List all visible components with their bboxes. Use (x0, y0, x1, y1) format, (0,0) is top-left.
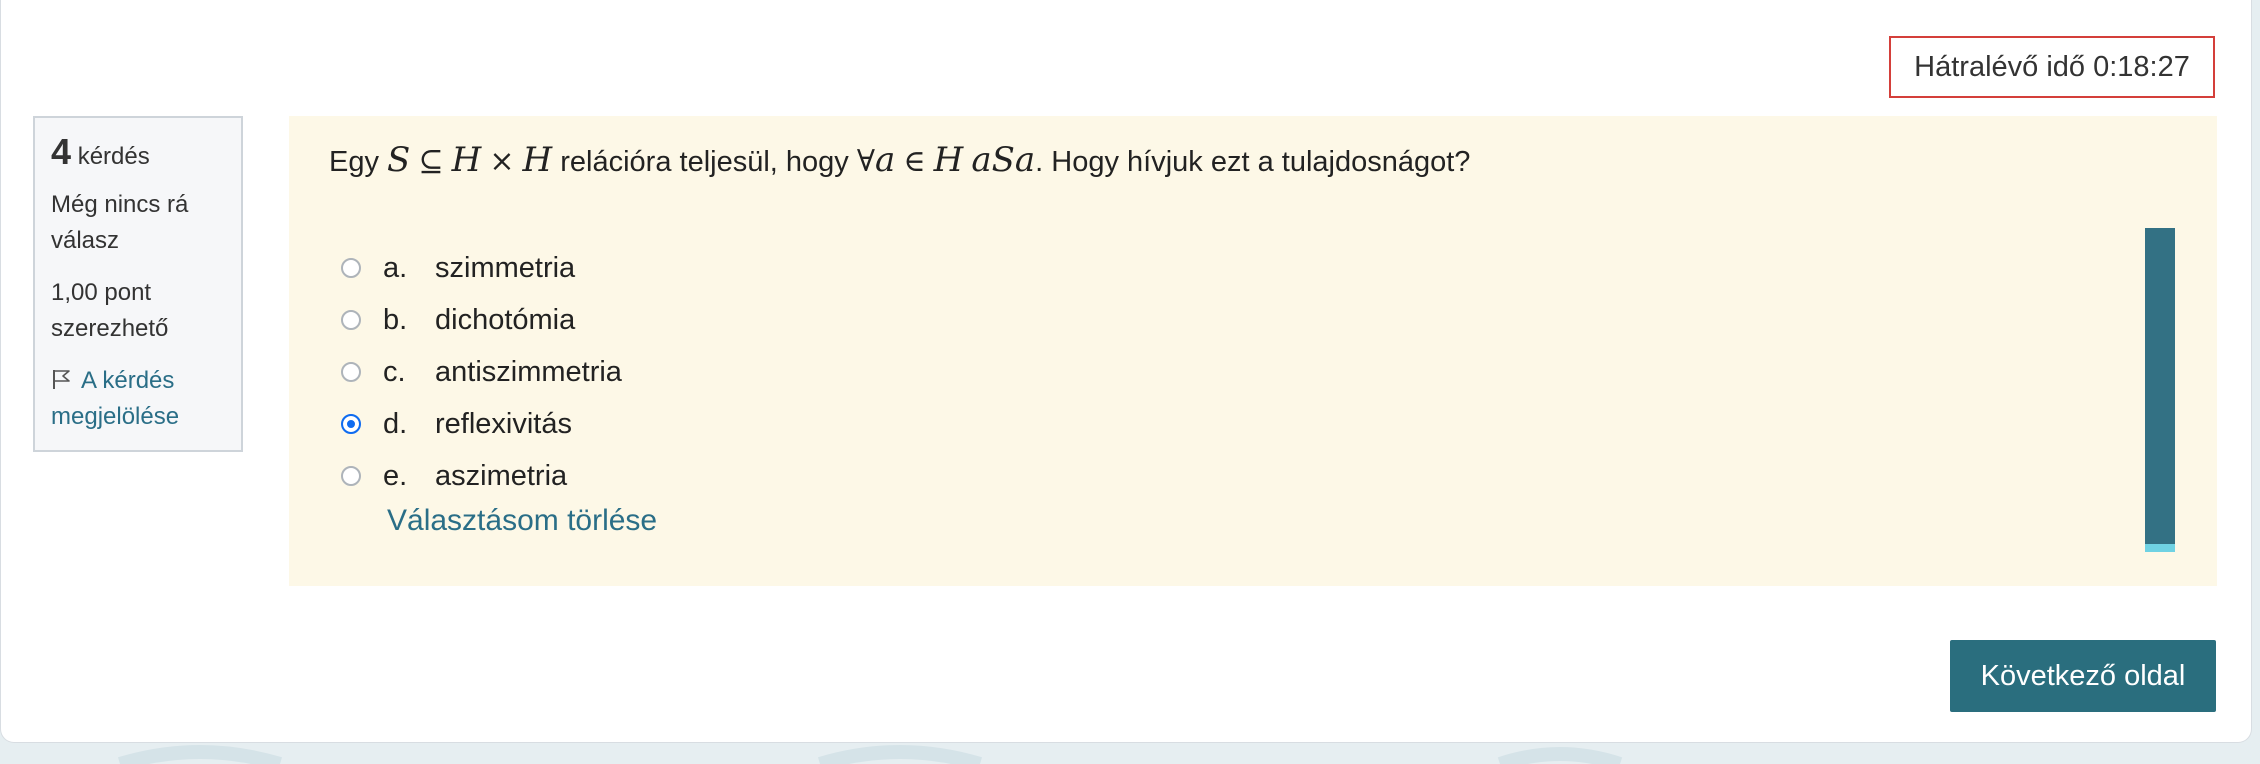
flag-question-link[interactable]: A kérdés megjelölése (51, 363, 225, 435)
question-word: kérdés (77, 143, 150, 170)
answer-text: aszimetria (435, 459, 568, 492)
math-symbol: H (933, 140, 964, 180)
next-page-button[interactable]: Következő oldal (1950, 640, 2216, 712)
scrollbar-end (2145, 544, 2175, 552)
radio-button[interactable] (341, 310, 361, 330)
quiz-page-card: Hátralévő idő 0:18:27 4 kérdés Még nincs… (0, 0, 2252, 743)
answer-options: a. szimmetria b. dichotómia c. antiszimm… (341, 242, 622, 502)
answer-text: szimmetria (435, 251, 576, 284)
question-panel: Egy S ⊆ H × H relációra teljesül, hogy ∀… (289, 116, 2217, 586)
math-symbol: H (522, 140, 553, 180)
question-number-value: 4 (51, 131, 72, 172)
answer-option-a[interactable]: a. szimmetria (341, 242, 622, 294)
question-text-part: relációra teljesül, hogy (560, 146, 849, 178)
radio-button[interactable] (341, 362, 361, 382)
question-text-part: Egy (329, 146, 379, 178)
time-remaining-label: Hátralévő idő 0:18:27 (1914, 50, 2190, 83)
answer-text: reflexivitás (435, 407, 572, 440)
question-info-panel: 4 kérdés Még nincs rá válasz 1,00 pont s… (33, 116, 243, 452)
math-symbol: a (874, 140, 896, 180)
math-operator: ∀ (856, 144, 875, 179)
answer-letter: d. (383, 407, 408, 440)
answer-option-b[interactable]: b. dichotómia (341, 294, 622, 346)
answer-letter: b. (383, 303, 408, 336)
answer-option-d[interactable]: d. reflexivitás (341, 398, 622, 450)
time-remaining: Hátralévő idő 0:18:27 (1889, 36, 2215, 98)
math-symbol: aSa (971, 140, 1036, 180)
background-decoration (117, 745, 1623, 764)
answer-text: antiszimmetria (435, 355, 622, 388)
flag-icon (53, 370, 70, 389)
answer-status: Még nincs rá válasz (51, 191, 189, 254)
question-text: Egy S ⊆ H × H relációra teljesül, hogy ∀… (329, 140, 1470, 180)
answer-letter: c. (383, 355, 406, 388)
radio-button-checked[interactable] (341, 414, 361, 434)
answer-text: dichotómia (435, 303, 576, 336)
math-operator: ⊆ (418, 144, 444, 179)
scrollbar[interactable] (2145, 228, 2175, 552)
math-operator: ∈ (903, 144, 926, 179)
math-symbol: H (451, 140, 482, 180)
math-symbol: S (387, 140, 411, 180)
answer-option-c[interactable]: c. antiszimmetria (341, 346, 622, 398)
radio-button[interactable] (341, 466, 361, 486)
question-number: 4 kérdés (51, 134, 225, 175)
math-operator: × (489, 144, 515, 179)
answer-letter: a. (383, 251, 408, 284)
clear-choice-link[interactable]: Választásom törlése (387, 504, 657, 538)
points-available: 1,00 pont szerezhető (51, 279, 169, 342)
answer-letter: e. (383, 459, 408, 492)
answer-option-e[interactable]: e. aszimetria (341, 450, 622, 502)
question-text-part: . Hogy hívjuk ezt a tulajdosnágot? (1035, 146, 1471, 178)
radio-button[interactable] (341, 258, 361, 278)
